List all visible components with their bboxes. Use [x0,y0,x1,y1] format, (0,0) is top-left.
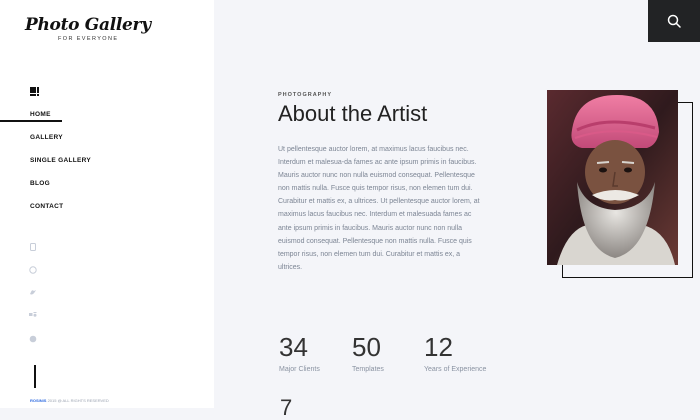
sidebar: Photo Gallery FOR EVERYONE HOME GALLERY … [0,0,214,408]
nav-item-home[interactable]: HOME [0,108,214,131]
nav-item-blog[interactable]: BLOG [0,177,214,200]
behance-icon[interactable] [29,312,37,320]
stat-label: Years of Experience [424,366,487,373]
stat-label: Major Clients [279,366,320,373]
twitter-icon[interactable] [29,289,37,297]
social-links [29,243,41,358]
page-title: About the Artist [278,101,428,126]
artist-portrait [547,90,678,265]
nav-item-single-gallery[interactable]: SINGLE GALLERY [0,154,214,177]
search-button[interactable] [648,0,700,42]
copyright: ROSINIS 2015 @ ALL RIGHTS RESERVED [30,398,109,403]
logo-title: Photo Gallery [25,15,151,35]
facebook-icon[interactable] [29,335,37,343]
stat-major-clients: 34 Major Clients [279,332,320,373]
sidebar-divider [34,365,36,388]
pinterest-icon[interactable] [29,243,37,251]
logo[interactable]: Photo Gallery FOR EVERYONE [25,15,151,42]
stat-templates: 50 Templates [352,332,384,373]
logo-tagline: FOR EVERYONE [58,36,119,42]
nav-item-gallery[interactable]: GALLERY [0,131,214,154]
copyright-text: 2015 @ ALL RIGHTS RESERVED [47,398,109,403]
copyright-brand[interactable]: ROSINIS [30,398,46,403]
section-eyebrow: PHOTOGRAPHY [278,92,332,98]
search-icon [667,14,681,28]
grid-menu-icon[interactable] [30,87,40,97]
stat-years-experience: 12 Years of Experience [424,332,486,373]
stat-label: Templates [352,366,384,373]
stat-value: 12 [424,332,453,362]
main-nav: HOME GALLERY SINGLE GALLERY BLOG CONTACT [0,108,214,223]
stat-value: 50 [352,332,381,362]
dribbble-icon[interactable] [29,266,37,274]
next-stat-peek: 7 [280,395,293,420]
stat-value: 34 [279,332,308,362]
about-paragraph: Ut pellentesque auctor lorem, at maximus… [278,146,480,271]
nav-item-contact[interactable]: CONTACT [0,200,214,223]
